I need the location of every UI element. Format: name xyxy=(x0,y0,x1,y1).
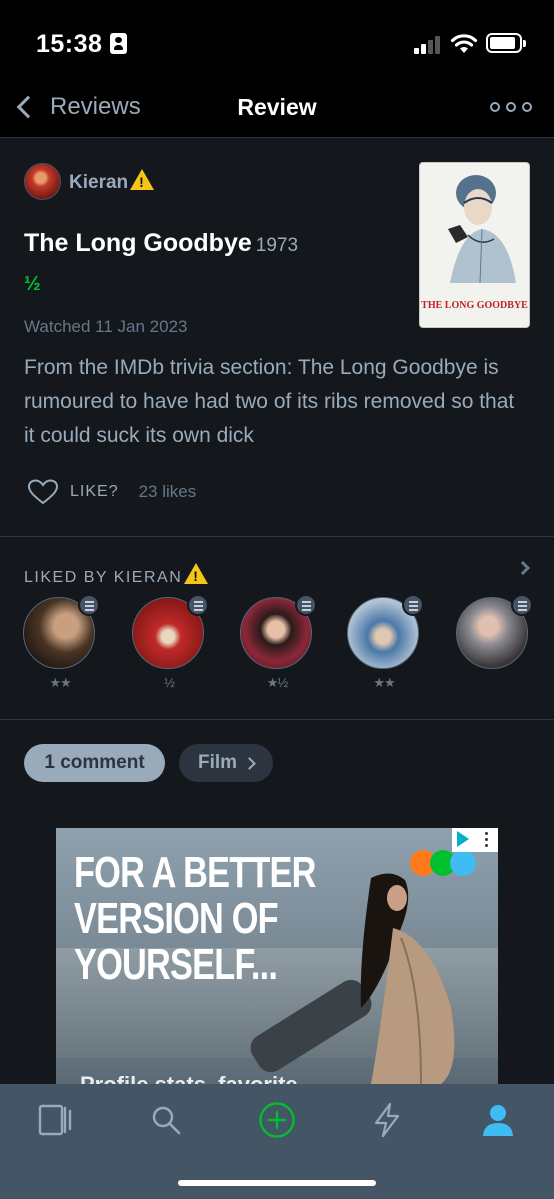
activity-icon xyxy=(374,1102,400,1138)
tab-search[interactable] xyxy=(146,1100,186,1140)
liker-item[interactable]: ★½ xyxy=(240,594,317,691)
liked-by-title[interactable]: LIKED BY KIERAN xyxy=(24,563,209,587)
ad-subtext: Profile stats, favorite xyxy=(80,1072,298,1084)
film-name: The Long Goodbye xyxy=(24,229,252,257)
liker-avatar xyxy=(456,594,533,669)
liker-avatar xyxy=(23,594,100,669)
liked-by-section: LIKED BY KIERAN ★★ ½ ★½ ★★ xyxy=(0,537,554,720)
list-icon xyxy=(402,594,424,616)
review-body: From the IMDb trivia section: The Long G… xyxy=(24,356,515,447)
liker-item[interactable]: ★★ xyxy=(347,594,424,691)
films-icon xyxy=(38,1104,72,1136)
liker-item[interactable]: ½ xyxy=(132,594,209,690)
profile-icon xyxy=(483,1105,513,1136)
list-icon xyxy=(295,594,317,616)
watched-date: Watched 11 Jan 2023 xyxy=(24,317,188,336)
tab-profile[interactable] xyxy=(478,1100,518,1140)
like-button[interactable]: LIKE? 23 likes xyxy=(28,479,196,505)
film-title[interactable]: The Long Goodbye 1973 xyxy=(24,229,298,258)
battery-icon xyxy=(486,33,526,53)
poster-title: THE LONG GOODBYE xyxy=(421,300,528,311)
liker-avatar xyxy=(132,594,209,669)
liker-avatar xyxy=(240,594,317,669)
tab-films[interactable] xyxy=(35,1100,75,1140)
warning-icon xyxy=(130,169,155,190)
poster-illustration xyxy=(448,175,516,284)
search-icon xyxy=(152,1106,181,1135)
home-indicator xyxy=(178,1180,376,1186)
clock: 15:38 xyxy=(36,30,103,58)
review-author[interactable]: Kieran xyxy=(24,163,155,200)
advertisement[interactable]: FOR A BETTER VERSION OF YOURSELF... Prof… xyxy=(56,828,498,1084)
ad-choices-button[interactable] xyxy=(452,828,498,852)
list-icon xyxy=(78,594,100,616)
more-options-button[interactable] xyxy=(490,102,532,112)
liker-item[interactable] xyxy=(456,594,533,675)
tab-activity[interactable] xyxy=(367,1100,407,1140)
like-label: LIKE? xyxy=(70,483,119,500)
contact-card-icon xyxy=(110,33,127,54)
list-icon xyxy=(187,594,209,616)
liker-rating: ★★ xyxy=(49,675,71,690)
liker-rating: ★½ xyxy=(266,675,289,690)
likes-count[interactable]: 23 likes xyxy=(139,482,197,502)
film-button[interactable]: Film xyxy=(179,744,273,782)
author-name: Kieran xyxy=(69,169,155,194)
page-title: Review xyxy=(237,94,317,120)
ad-choices-icon xyxy=(457,831,469,847)
tab-add[interactable] xyxy=(257,1100,297,1140)
status-bar: 15:38 xyxy=(0,0,554,80)
more-icon xyxy=(485,832,488,835)
heart-icon xyxy=(28,479,58,505)
film-year: 1973 xyxy=(255,235,299,256)
liker-avatar xyxy=(347,594,424,669)
wifi-icon xyxy=(450,34,478,53)
warning-icon xyxy=(184,563,209,584)
liker-item[interactable]: ★★ xyxy=(23,594,100,691)
add-icon xyxy=(259,1102,295,1138)
ad-person-image xyxy=(360,873,455,1084)
liker-rating: ½ xyxy=(164,675,175,690)
chevron-right-icon[interactable] xyxy=(515,560,531,576)
comments-button[interactable]: 1 comment xyxy=(24,744,165,782)
star-rating: ½ xyxy=(24,273,41,295)
film-poster[interactable]: THE LONG GOODBYE xyxy=(419,162,530,328)
liker-rating: ★★ xyxy=(373,675,395,690)
navigation-bar: Reviews Review xyxy=(0,80,554,138)
film-button-label: Film xyxy=(197,752,238,773)
ad-headline: FOR A BETTER VERSION OF YOURSELF... xyxy=(74,848,316,989)
avatar xyxy=(24,163,61,200)
chevron-right-icon xyxy=(243,756,256,770)
list-icon xyxy=(511,594,533,616)
cellular-signal-icon xyxy=(414,34,444,54)
